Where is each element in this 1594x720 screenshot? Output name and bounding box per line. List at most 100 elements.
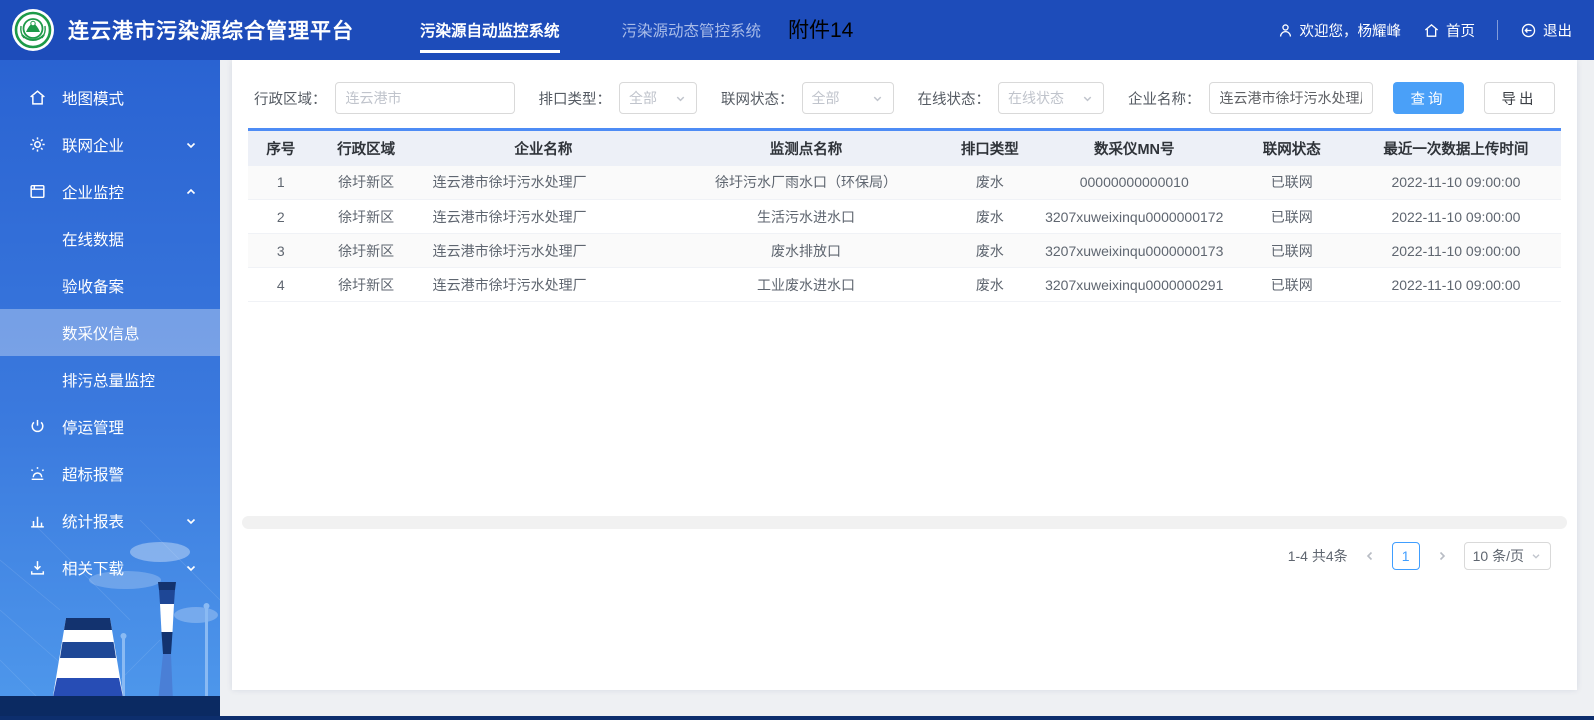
cell-company: 连云港市徐圩污水处理厂 xyxy=(418,267,669,302)
sidebar-item-data-collector-info[interactable]: 数采仪信息 xyxy=(0,309,220,356)
col-company: 企业名称 xyxy=(514,141,573,158)
chevron-right-icon xyxy=(1439,551,1445,561)
logout-link[interactable]: 退出 xyxy=(1520,20,1572,41)
filter-network-status: 联网状态： 全部 xyxy=(721,82,894,114)
outlet-type-select[interactable]: 全部 xyxy=(619,82,697,114)
tab-dynamic-control-system[interactable]: 污染源动态管控系统 xyxy=(622,0,762,60)
house-icon xyxy=(30,90,45,105)
attachment-annotation: 附件14 xyxy=(788,19,854,42)
region-input[interactable] xyxy=(334,82,515,114)
sidebar-item-label: 统计报表 xyxy=(62,513,125,531)
sidebar-item-networked-enterprises[interactable]: 联网企业 xyxy=(0,121,220,168)
sidebar-item-acceptance-filing[interactable]: 验收备案 xyxy=(0,262,220,309)
welcome-text: 欢迎您，杨耀峰 xyxy=(1299,23,1402,40)
cell-region: 徐圩新区 xyxy=(313,233,419,268)
sidebar-item-exceedance-alarm[interactable]: 超标报警 xyxy=(0,450,220,497)
col-last-upload-time: 最近一次数据上传时间 xyxy=(1383,141,1529,158)
chevron-left-icon xyxy=(1366,551,1372,561)
filter-region: 行政区域： xyxy=(254,82,515,114)
sidebar-item-label: 相关下载 xyxy=(62,560,125,578)
download-icon xyxy=(30,561,45,575)
table-row: 2 徐圩新区 连云港市徐圩污水处理厂 生活污水进水口 废水 3207xuweix… xyxy=(248,199,1561,234)
network-status-select[interactable]: 全部 xyxy=(801,82,894,114)
chevron-down-icon xyxy=(873,96,881,101)
company-input[interactable] xyxy=(1208,82,1373,114)
col-monitor-point: 监测点名称 xyxy=(769,141,843,158)
cell-network-status: 已联网 xyxy=(1232,199,1351,234)
cell-mn-number: 3207xuweixinqu0000000173 xyxy=(1035,233,1233,268)
online-status-placeholder: 在线状态 xyxy=(1008,90,1064,106)
sidebar-item-total-discharge-monitoring[interactable]: 排污总量监控 xyxy=(0,356,220,403)
network-status-value: 全部 xyxy=(811,90,840,106)
region-label: 行政区域： xyxy=(254,91,327,108)
chevron-down-icon xyxy=(186,565,196,571)
sidebar: 地图模式 联网企业 企业监控 在线数据 验收备案 数采仪信息 排污总量监控 停运… xyxy=(0,60,220,720)
filter-online-status: 在线状态： 在线状态 xyxy=(918,82,1104,114)
cell-last-upload-time: 2022-11-10 09:00:00 xyxy=(1350,267,1561,302)
alarm-icon xyxy=(30,467,45,481)
company-label: 企业名称： xyxy=(1128,91,1201,108)
user-icon xyxy=(1279,23,1291,37)
sidebar-item-statistics-reports[interactable]: 统计报表 xyxy=(0,497,220,544)
sidebar-item-related-downloads[interactable]: 相关下载 xyxy=(0,544,220,591)
content-card: 行政区域： 排口类型： 全部 联网状态： 全部 xyxy=(232,60,1577,690)
table-header-row: 序号 行政区域 企业名称 监测点名称 排口类型 数采仪MN号 联网状态 最近一次… xyxy=(248,129,1561,166)
sidebar-item-label: 在线数据 xyxy=(62,231,125,249)
monitor-icon xyxy=(30,184,45,199)
header-actions: 欢迎您，杨耀峰 首页 退出 xyxy=(1277,20,1594,41)
query-button[interactable]: 查询 xyxy=(1392,82,1464,114)
logout-icon xyxy=(1521,23,1536,37)
sidebar-item-label: 排污总量监控 xyxy=(62,372,156,390)
cell-mn-number: 00000000000010 xyxy=(1035,165,1233,200)
online-status-select[interactable]: 在线状态 xyxy=(998,82,1104,114)
col-outlet-type: 排口类型 xyxy=(960,141,1019,158)
sidebar-item-label: 地图模式 xyxy=(62,90,125,108)
page-size-select[interactable]: 10 条/页 xyxy=(1463,542,1551,570)
network-status-label: 联网状态： xyxy=(721,91,794,108)
cell-mn-number: 3207xuweixinqu0000000291 xyxy=(1035,267,1233,302)
sidebar-item-online-data[interactable]: 在线数据 xyxy=(0,215,220,262)
cell-region: 徐圩新区 xyxy=(313,199,419,234)
cell-network-status: 已联网 xyxy=(1232,165,1351,200)
chevron-down-icon xyxy=(186,518,196,524)
sidebar-item-label: 联网企业 xyxy=(62,137,125,155)
cell-outlet-type: 废水 xyxy=(943,267,1036,302)
pagination-total: 1-4 共4条 xyxy=(1287,548,1348,564)
sidebar-item-map-mode[interactable]: 地图模式 xyxy=(0,74,220,121)
filter-company: 企业名称： xyxy=(1128,82,1373,114)
col-mn-number: 数采仪MN号 xyxy=(1093,141,1175,158)
sidebar-item-label: 验收备案 xyxy=(62,278,125,296)
cell-monitor-point: 生活污水进水口 xyxy=(668,199,944,234)
cell-monitor-point: 废水排放口 xyxy=(668,233,944,268)
home-label: 首页 xyxy=(1446,23,1475,40)
welcome-user: 欢迎您，杨耀峰 xyxy=(1277,20,1402,41)
outlet-type-label: 排口类型： xyxy=(538,91,612,108)
cell-last-upload-time: 2022-11-10 09:00:00 xyxy=(1350,165,1561,200)
chevron-down-icon xyxy=(676,96,685,101)
page-title: 连云港市污染源综合管理平台 xyxy=(68,20,354,43)
filter-outlet-type: 排口类型： 全部 xyxy=(538,82,697,114)
system-tabs: 污染源自动监控系统 污染源动态管控系统 xyxy=(420,0,761,60)
chevron-up-icon xyxy=(186,188,196,194)
cell-company: 连云港市徐圩污水处理厂 xyxy=(418,199,669,234)
table-row: 1 徐圩新区 连云港市徐圩污水处理厂 徐圩污水厂雨水口（环保局） 废水 0000… xyxy=(248,165,1561,200)
table-row: 3 徐圩新区 连云港市徐圩污水处理厂 废水排放口 废水 3207xuweixin… xyxy=(248,233,1561,268)
cell-index: 1 xyxy=(248,165,314,200)
tab-auto-monitoring-system[interactable]: 污染源自动监控系统 xyxy=(420,0,560,60)
prev-page-button[interactable] xyxy=(1358,542,1382,570)
next-page-button[interactable] xyxy=(1430,542,1454,570)
page-number-button[interactable]: 1 xyxy=(1391,542,1420,570)
cell-network-status: 已联网 xyxy=(1232,267,1351,302)
cell-outlet-type: 废水 xyxy=(943,165,1036,200)
home-link[interactable]: 首页 xyxy=(1423,20,1475,41)
export-button[interactable]: 导出 xyxy=(1483,82,1555,114)
pagination: 1-4 共4条 1 10 条/页 xyxy=(232,542,1577,570)
horizontal-scrollbar[interactable] xyxy=(242,516,1567,529)
sidebar-menu: 地图模式 联网企业 企业监控 在线数据 验收备案 数采仪信息 排污总量监控 停运… xyxy=(0,60,220,591)
col-network-status: 联网状态 xyxy=(1262,141,1321,158)
sidebar-item-shutdown-management[interactable]: 停运管理 xyxy=(0,403,220,450)
cell-region: 徐圩新区 xyxy=(313,165,419,200)
sidebar-item-enterprise-monitoring[interactable]: 企业监控 xyxy=(0,168,220,215)
cell-index: 3 xyxy=(248,233,314,268)
cell-company: 连云港市徐圩污水处理厂 xyxy=(418,165,669,200)
